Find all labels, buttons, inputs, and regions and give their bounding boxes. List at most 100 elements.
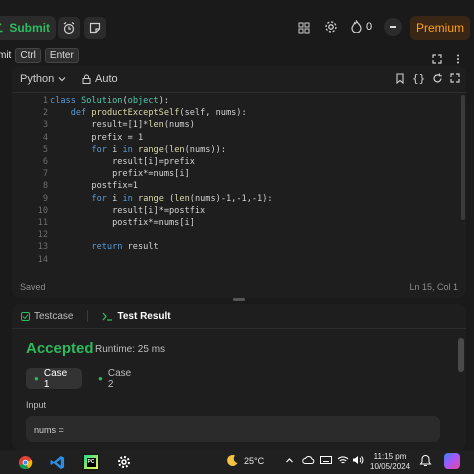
verdict-accepted: Accepted xyxy=(26,340,94,357)
code-line[interactable]: 13 return result xyxy=(12,241,452,253)
code-line[interactable]: 3 result=[1]*len(nums) xyxy=(12,119,452,131)
copilot-icon[interactable] xyxy=(444,453,460,469)
code-line[interactable]: 4 prefix = 1 xyxy=(12,132,452,144)
volume-icon[interactable] xyxy=(352,454,364,468)
code-line[interactable]: 12 xyxy=(12,229,452,241)
windows-taskbar: PC 25°C 11:15 pm 10/05/2024 xyxy=(0,450,474,474)
code-line[interactable]: 1 class Solution(object): xyxy=(12,95,452,107)
streak-counter[interactable]: 0 xyxy=(351,20,372,33)
code-text: prefix*=nums[i] xyxy=(50,169,190,180)
shortcut-prefix: mit xyxy=(0,49,12,61)
flame-icon xyxy=(351,20,362,33)
editor-scrollbar[interactable] xyxy=(461,95,465,220)
moon-icon xyxy=(227,454,238,466)
input-value-box[interactable]: nums = xyxy=(26,416,440,442)
notification-bell-icon[interactable] xyxy=(419,454,432,469)
line-number: 14 xyxy=(37,254,48,265)
case-1-label: Case 1 xyxy=(43,367,68,390)
code-text: result=[1]*len(nums) xyxy=(50,120,195,131)
temperature-text: 25°C xyxy=(244,455,265,466)
ctrl-key: Ctrl xyxy=(15,47,41,63)
runtime-text: Runtime: 25 ms xyxy=(95,344,166,355)
chevron-up-icon[interactable] xyxy=(285,456,294,467)
editor-header: Python Auto {} xyxy=(12,66,466,93)
code-text: result[i]=prefix xyxy=(50,157,195,167)
language-selector[interactable]: Python xyxy=(20,73,66,85)
code-text: for i in range(len(nums)): xyxy=(91,144,227,155)
checkbox-icon xyxy=(21,311,30,321)
auto-mode-label: Auto xyxy=(95,73,118,85)
settings-gear-icon[interactable] xyxy=(324,20,338,39)
input-value: nums = xyxy=(34,425,64,435)
premium-button[interactable]: Premium xyxy=(410,16,470,40)
reset-icon[interactable] xyxy=(432,73,443,87)
submit-button[interactable]: Submit xyxy=(0,16,56,40)
braces-icon[interactable]: {} xyxy=(412,72,425,85)
shortcut-hint: mit Ctrl Enter xyxy=(0,47,79,63)
weather-widget[interactable]: 25°C xyxy=(226,454,264,467)
language-label: Python xyxy=(20,73,55,85)
line-number: 3 xyxy=(42,120,48,131)
time-text: 11:15 pm xyxy=(373,452,407,461)
code-line[interactable]: 8 postfix=1 xyxy=(12,180,452,192)
tab-divider xyxy=(87,310,89,322)
fullscreen-icon[interactable] xyxy=(450,73,460,86)
editor-status-bar: Saved Ln 15, Col 1 xyxy=(12,279,466,295)
results-scrollbar[interactable] xyxy=(458,338,464,372)
case-2-tab[interactable]: ● Case 2 xyxy=(90,367,146,390)
tab-testcase-label: Testcase xyxy=(34,310,74,322)
layout-grid-icon[interactable] xyxy=(298,21,310,39)
note-icon xyxy=(89,22,101,34)
notes-button[interactable] xyxy=(84,17,106,39)
pycharm-icon[interactable]: PC xyxy=(82,453,100,471)
code-text: for i in range (len(nums)-1,-1,-1): xyxy=(91,193,273,204)
submit-label: Submit xyxy=(9,21,50,35)
code-line[interactable]: 11 postfix*=nums[i] xyxy=(12,217,452,229)
input-label: Input xyxy=(26,400,47,410)
auto-mode-toggle[interactable]: Auto xyxy=(82,73,118,85)
keyboard-icon[interactable] xyxy=(320,455,332,467)
results-tabs: Testcase Test Result xyxy=(12,304,466,329)
code-text: prefix = 1 xyxy=(50,132,144,143)
settings-gear-icon[interactable] xyxy=(115,453,133,471)
wifi-icon[interactable] xyxy=(337,454,349,468)
tab-test-result[interactable]: Test Result xyxy=(102,311,171,322)
upload-icon xyxy=(0,21,4,36)
line-number: 4 xyxy=(42,132,48,143)
save-status: Saved xyxy=(20,282,46,292)
cloud-icon[interactable] xyxy=(302,455,315,467)
vscode-icon[interactable] xyxy=(48,453,66,471)
streak-count: 0 xyxy=(366,20,373,33)
timer-button[interactable] xyxy=(58,17,80,39)
case-1-tab[interactable]: ● Case 1 xyxy=(26,367,82,390)
dot-icon: ● xyxy=(34,374,39,383)
code-line[interactable]: 7 prefix*=nums[i] xyxy=(12,168,452,180)
avatar[interactable] xyxy=(384,18,402,36)
line-number: 7 xyxy=(42,169,48,180)
panel-resize-handle[interactable] xyxy=(233,298,245,301)
line-number: 9 xyxy=(42,193,48,204)
code-text: postfix*=nums[i] xyxy=(50,218,195,228)
terminal-icon xyxy=(102,312,113,321)
line-number: 1 xyxy=(42,96,48,106)
enter-key: Enter xyxy=(44,47,79,63)
bookmark-icon[interactable] xyxy=(395,73,405,87)
clock-widget[interactable]: 11:15 pm 10/05/2024 xyxy=(370,452,410,472)
code-line[interactable]: 2 def productExceptSelf(self, nums): xyxy=(12,107,452,119)
case-2-label: Case 2 xyxy=(107,367,132,390)
code-line[interactable]: 5 for i in range(len(nums)): xyxy=(12,144,452,156)
dot-icon: ● xyxy=(98,374,103,383)
code-text: postfix=1 xyxy=(50,181,138,192)
code-line[interactable]: 9 for i in range (len(nums)-1,-1,-1): xyxy=(12,193,452,205)
code-line[interactable]: 14 xyxy=(12,254,452,266)
code-text: def productExceptSelf(self, nums): xyxy=(70,108,247,119)
tab-testcase[interactable]: Testcase xyxy=(21,311,73,322)
line-number: 10 xyxy=(37,205,48,216)
code-line[interactable]: 10 result[i]*=postfix xyxy=(12,205,452,217)
line-number: 12 xyxy=(37,230,48,241)
chrome-icon[interactable] xyxy=(16,453,34,471)
chevron-down-icon xyxy=(58,77,66,82)
date-text: 10/05/2024 xyxy=(370,462,411,471)
cursor-position: Ln 15, Col 1 xyxy=(409,282,458,292)
code-line[interactable]: 6 result[i]=prefix xyxy=(12,156,452,168)
